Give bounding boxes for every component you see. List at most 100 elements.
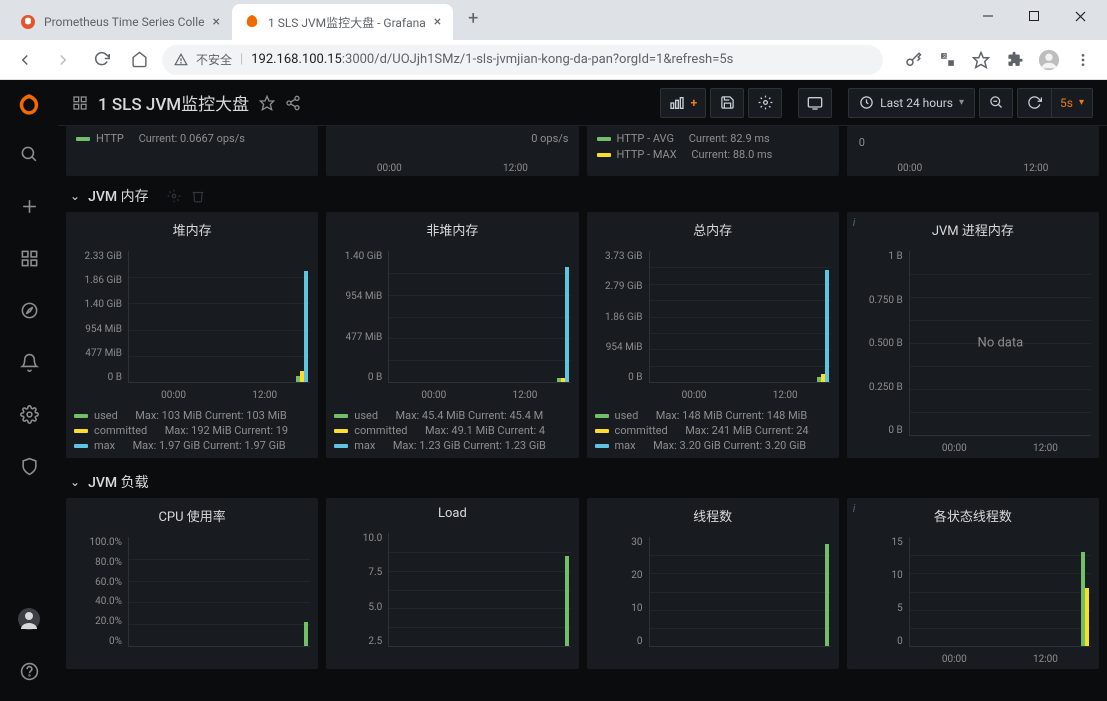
- refresh-interval-button[interactable]: 5s▾: [1051, 88, 1093, 118]
- panel[interactable]: 堆内存2.33 GiB1.86 GiB1.40 GiB954 MiB477 Mi…: [66, 212, 318, 458]
- panel-title: JVM 进程内存: [847, 212, 1099, 243]
- gear-icon[interactable]: [167, 189, 181, 203]
- help-icon[interactable]: [9, 651, 49, 691]
- close-icon[interactable]: ×: [213, 14, 220, 30]
- dashboards-icon[interactable]: [9, 238, 49, 278]
- home-button[interactable]: [124, 45, 154, 75]
- legend-item[interactable]: used Max: 45.4 MiB Current: 45.4 M: [334, 409, 570, 422]
- explore-icon[interactable]: [9, 290, 49, 330]
- key-icon[interactable]: [899, 46, 927, 74]
- reload-button[interactable]: [86, 45, 116, 75]
- dashboards-icon[interactable]: [72, 95, 88, 111]
- panel-title: CPU 使用率: [66, 498, 318, 529]
- panel[interactable]: 线程数3020100: [587, 498, 839, 669]
- y-tick: 3.73 GiB: [593, 251, 643, 262]
- y-tick: 10.0: [332, 533, 382, 544]
- panel-partial-0[interactable]: HTTP Current: 0.0667 ops/s: [66, 126, 318, 176]
- window-minimize[interactable]: [965, 0, 1011, 32]
- close-icon[interactable]: ×: [434, 14, 441, 30]
- browser-tab-0[interactable]: Prometheus Time Series Colle ×: [8, 4, 232, 40]
- chevron-down-icon: ▾: [1079, 97, 1084, 108]
- legend-stats: Max: 45.4 MiB Current: 45.4 M: [396, 409, 544, 422]
- panel-title: Load: [326, 498, 578, 525]
- extensions-icon[interactable]: [1001, 46, 1029, 74]
- grafana-logo[interactable]: [13, 90, 45, 122]
- panel[interactable]: CPU 使用率100.0%80.0%60.0%40.0%20.0%0%: [66, 498, 318, 669]
- timerange-label: Last 24 hours: [880, 96, 953, 110]
- chevron-down-icon: ▾: [959, 97, 964, 108]
- row-title: JVM 内存: [88, 186, 149, 206]
- browser-tab-1[interactable]: 1 SLS JVM监控大盘 - Grafana ×: [232, 4, 453, 40]
- zoom-out-button[interactable]: [979, 88, 1013, 118]
- dashboard-title[interactable]: 1 SLS JVM监控大盘: [98, 90, 249, 115]
- y-tick: 2.33 GiB: [72, 251, 122, 262]
- save-button[interactable]: [710, 88, 744, 118]
- panel-partial-1[interactable]: 0 ops/s 00:0012:00: [326, 126, 578, 176]
- row-header-jvm-memory[interactable]: ⌄ JVM 内存: [66, 180, 1099, 212]
- panel[interactable]: iJVM 进程内存1 B0.750 B0.500 B0.250 B0 BNo d…: [847, 212, 1099, 458]
- panel[interactable]: 总内存3.73 GiB2.79 GiB1.86 GiB954 MiB0 B00:…: [587, 212, 839, 458]
- url-input[interactable]: 不安全 | 192.168.100.15:3000/d/UOJjh1SMz/1-…: [162, 45, 883, 75]
- y-tick: 0: [853, 636, 903, 647]
- tab-title: Prometheus Time Series Colle: [44, 15, 205, 29]
- legend-stats: Max: 1.23 GiB Current: 1.23 GiB: [393, 439, 546, 452]
- x-tick: 12:00: [512, 390, 537, 401]
- star-icon[interactable]: [259, 95, 275, 111]
- window-maximize[interactable]: [1011, 0, 1057, 32]
- settings-button[interactable]: [748, 88, 782, 118]
- panel[interactable]: i各状态线程数15105000:0012:00: [847, 498, 1099, 669]
- y-tick: 1 B: [853, 251, 903, 262]
- refresh-button[interactable]: [1017, 88, 1051, 118]
- legend-item[interactable]: committed Max: 192 MiB Current: 19: [74, 424, 310, 437]
- legend-stats: Current: 0.0667 ops/s: [139, 132, 245, 145]
- legend-item[interactable]: used Max: 103 MiB Current: 103 MiB: [74, 409, 310, 422]
- x-tick: 12:00: [252, 390, 277, 401]
- legend-item[interactable]: committed Max: 241 MiB Current: 24: [595, 424, 831, 437]
- new-tab-button[interactable]: +: [459, 4, 487, 32]
- tv-button[interactable]: [798, 88, 832, 118]
- y-tick: 0 B: [72, 372, 122, 383]
- x-tick: 12:00: [773, 390, 798, 401]
- y-tick: 0 B: [853, 425, 903, 436]
- prometheus-favicon: [20, 14, 36, 30]
- forward-button[interactable]: [48, 45, 78, 75]
- y-tick: 80.0%: [72, 557, 122, 568]
- info-icon[interactable]: i: [853, 216, 856, 229]
- star-icon[interactable]: [967, 46, 995, 74]
- row-header-jvm-load[interactable]: ⌄ JVM 负载: [66, 466, 1099, 498]
- y-tick: 2.79 GiB: [593, 281, 643, 292]
- menu-icon[interactable]: [1069, 46, 1097, 74]
- plus-icon[interactable]: [9, 186, 49, 226]
- info-icon[interactable]: i: [853, 502, 856, 515]
- profile-icon[interactable]: [1035, 46, 1063, 74]
- grafana-favicon: [244, 14, 260, 30]
- dashboard-content[interactable]: HTTP Current: 0.0667 ops/s 0 ops/s 00:00…: [58, 126, 1107, 701]
- y-zero-label: 0: [859, 136, 865, 149]
- panel-partial-3[interactable]: 0 00:0012:00: [847, 126, 1099, 176]
- chevron-down-icon: ⌄: [70, 475, 80, 489]
- translate-icon[interactable]: 文: [933, 46, 961, 74]
- window-close[interactable]: [1057, 0, 1103, 32]
- legend-item[interactable]: committed Max: 49.1 MiB Current: 4: [334, 424, 570, 437]
- configuration-icon[interactable]: [9, 394, 49, 434]
- legend-label: HTTP: [96, 132, 124, 145]
- legend-item[interactable]: max Max: 1.97 GiB Current: 1.97 GiB: [74, 439, 310, 452]
- legend-item[interactable]: max Max: 1.23 GiB Current: 1.23 GiB: [334, 439, 570, 452]
- panel-partial-2[interactable]: HTTP - AVG Current: 82.9 ms HTTP - MAX C…: [587, 126, 839, 176]
- legend-item[interactable]: max Max: 3.20 GiB Current: 3.20 GiB: [595, 439, 831, 452]
- add-panel-button[interactable]: +: [660, 88, 707, 118]
- alerting-icon[interactable]: [9, 342, 49, 382]
- y-tick: 0 B: [593, 372, 643, 383]
- legend-label: used: [94, 409, 118, 422]
- search-icon[interactable]: [9, 134, 49, 174]
- shield-icon[interactable]: [9, 446, 49, 486]
- trash-icon[interactable]: [191, 189, 205, 203]
- back-button[interactable]: [10, 45, 40, 75]
- legend-item[interactable]: used Max: 148 MiB Current: 148 MiB: [595, 409, 831, 422]
- user-icon[interactable]: [9, 599, 49, 639]
- panel[interactable]: 非堆内存1.40 GiB954 MiB477 MiB0 B00:0012:00u…: [326, 212, 578, 458]
- share-icon[interactable]: [285, 95, 301, 111]
- y-tick: 5.0: [332, 602, 382, 613]
- panel[interactable]: Load10.07.55.02.5: [326, 498, 578, 669]
- timepicker-button[interactable]: Last 24 hours ▾: [848, 88, 975, 118]
